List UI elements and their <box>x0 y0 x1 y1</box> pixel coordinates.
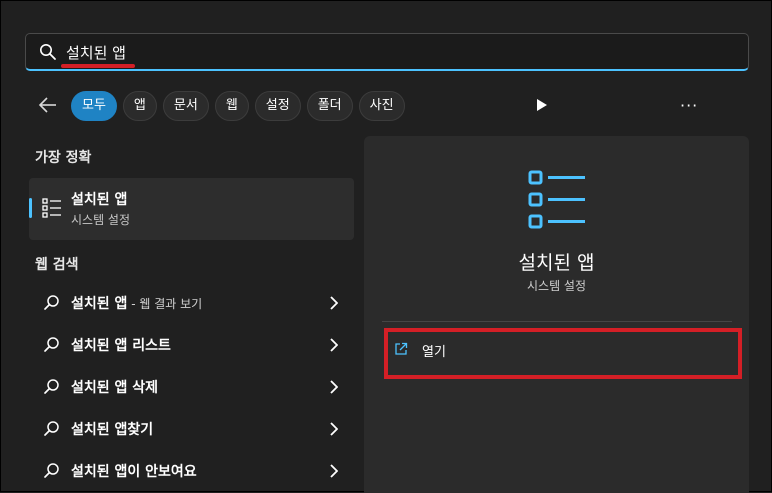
tab-documents[interactable]: 문서 <box>162 91 209 121</box>
search-icon <box>44 295 59 310</box>
tab-folders[interactable]: 폴더 <box>306 91 353 121</box>
annotation-highlight-box <box>384 328 742 379</box>
web-search-item-label: 설치된 앱 리스트 <box>71 338 171 354</box>
web-search-item-label: 설치된 앱 - 웹 결과 보기 <box>71 296 203 312</box>
search-icon <box>40 44 56 60</box>
detail-title: 설치된 앱 <box>518 252 595 274</box>
annotation-underline <box>61 64 135 68</box>
web-search-item[interactable]: 설치된 앱찾기 <box>29 411 354 447</box>
tab-photos[interactable]: 사진 <box>358 91 405 121</box>
divider <box>382 321 732 322</box>
search-icon <box>44 421 59 436</box>
chevron-right-icon <box>330 296 338 310</box>
web-search-heading: 웹 검색 <box>35 257 79 273</box>
search-icon <box>44 463 59 478</box>
chevron-right-icon <box>330 338 338 352</box>
search-icon <box>44 337 59 352</box>
detail-subtitle: 시스템 설정 <box>526 279 586 293</box>
web-search-item-suffix: - 웹 결과 보기 <box>127 297 203 311</box>
list-settings-icon <box>42 198 61 218</box>
search-input-value[interactable]: 설치된 앱 <box>66 42 126 63</box>
back-arrow-icon[interactable] <box>37 94 59 116</box>
tab-apps[interactable]: 앱 <box>122 91 157 121</box>
web-search-item-label: 설치된 앱 삭제 <box>71 380 159 396</box>
play-icon[interactable] <box>536 98 548 112</box>
tab-settings[interactable]: 설정 <box>254 91 301 121</box>
filter-tabs: 모두 앱 문서 웹 설정 폴더 사진 <box>71 91 405 121</box>
web-search-item-label: 설치된 앱찾기 <box>71 422 154 438</box>
web-search-item[interactable]: 설치된 앱 - 웹 결과 보기 <box>29 285 354 321</box>
web-search-item[interactable]: 설치된 앱 삭제 <box>29 369 354 405</box>
start-menu-search-window: 설치된 앱 모두 앱 문서 웹 설정 폴더 사진 ··· 가장 정확 설치된 앱… <box>0 0 772 493</box>
tab-web[interactable]: 웹 <box>214 91 249 121</box>
chevron-right-icon <box>330 422 338 436</box>
search-icon <box>44 379 59 394</box>
chevron-right-icon <box>330 380 338 394</box>
web-search-item[interactable]: 설치된 앱 리스트 <box>29 327 354 363</box>
tab-all[interactable]: 모두 <box>71 91 117 121</box>
best-match-subtitle: 시스템 설정 <box>71 213 131 227</box>
more-options-button[interactable]: ··· <box>680 96 698 115</box>
web-search-item[interactable]: 설치된 앱이 안보여요 <box>29 453 354 489</box>
best-match-heading: 가장 정확 <box>35 150 92 166</box>
best-match-title: 설치된 앱 <box>71 192 128 208</box>
list-settings-icon <box>528 170 585 229</box>
chevron-right-icon <box>330 464 338 478</box>
best-match-item[interactable]: 설치된 앱 시스템 설정 <box>29 178 354 240</box>
detail-panel: 설치된 앱 시스템 설정 열기 <box>364 136 749 493</box>
web-search-item-label: 설치된 앱이 안보여요 <box>71 464 197 480</box>
selection-indicator <box>29 198 32 218</box>
